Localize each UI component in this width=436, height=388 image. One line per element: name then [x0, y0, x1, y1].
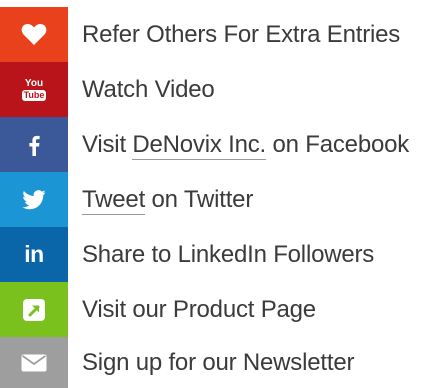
- facebook-visit-entry[interactable]: Visit DeNovix Inc. on Facebook: [0, 117, 436, 172]
- watch-video-entry[interactable]: You Tube Watch Video: [0, 62, 436, 117]
- external-link-icon: [22, 298, 46, 322]
- facebook-icon-box: [0, 117, 68, 172]
- newsletter-signup-label: Sign up for our Newsletter: [82, 348, 355, 376]
- heart-icon: [21, 23, 47, 46]
- twitter-icon: [22, 189, 46, 210]
- youtube-icon: You Tube: [21, 77, 47, 101]
- watch-video-label: Watch Video: [82, 75, 215, 103]
- newsletter-icon-box: [0, 337, 68, 388]
- entry-actions-list: Refer Others For Extra Entries You Tube …: [0, 0, 436, 388]
- twitter-tweet-label: Tweet on Twitter: [82, 185, 254, 215]
- linkedin-icon: in: [24, 241, 44, 267]
- linkedin-share-label: Share to LinkedIn Followers: [82, 240, 375, 268]
- product-page-icon-box: [0, 282, 68, 337]
- refer-friends-label: Refer Others For Extra Entries: [82, 20, 401, 48]
- denovix-link[interactable]: DeNovix Inc.: [132, 130, 266, 160]
- tweet-link[interactable]: Tweet: [82, 185, 145, 215]
- twitter-label-suffix: on Twitter: [145, 185, 254, 213]
- refer-icon-box: [0, 7, 68, 62]
- linkedin-share-entry[interactable]: in Share to LinkedIn Followers: [0, 227, 436, 282]
- facebook-icon: [28, 134, 40, 156]
- product-page-label: Visit our Product Page: [82, 295, 316, 323]
- facebook-visit-label: Visit DeNovix Inc. on Facebook: [82, 130, 410, 160]
- linkedin-icon-box: in: [0, 227, 68, 282]
- envelope-icon: [21, 354, 47, 372]
- product-page-entry[interactable]: Visit our Product Page: [0, 282, 436, 337]
- facebook-label-prefix: Visit: [82, 130, 133, 158]
- youtube-logo-top: You: [24, 77, 44, 89]
- twitter-icon-box: [0, 172, 68, 227]
- refer-friends-entry[interactable]: Refer Others For Extra Entries: [0, 7, 436, 62]
- facebook-label-suffix: on Facebook: [266, 130, 410, 158]
- youtube-logo-bottom: Tube: [21, 89, 47, 101]
- video-icon-box: You Tube: [0, 62, 68, 117]
- twitter-tweet-entry[interactable]: Tweet on Twitter: [0, 172, 436, 227]
- newsletter-signup-entry[interactable]: Sign up for our Newsletter: [0, 337, 436, 388]
